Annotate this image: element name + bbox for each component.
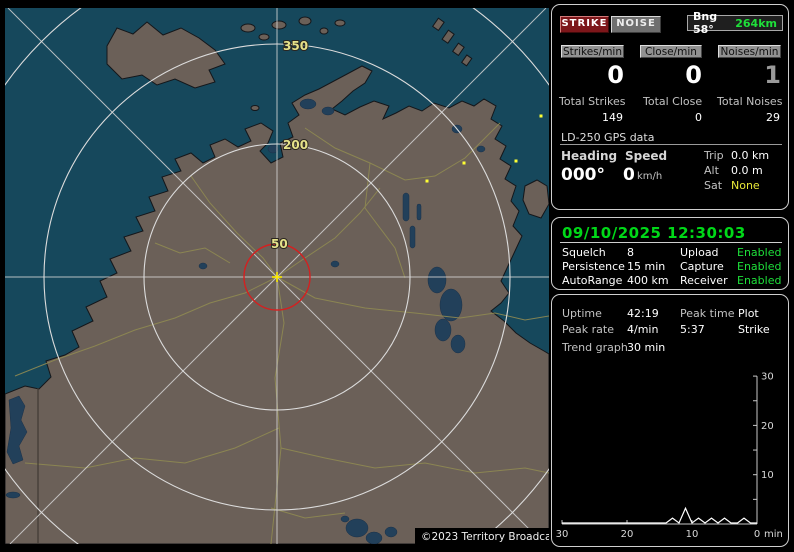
- trend-panel: Uptime 42:19 Peak time Plot Peak rate 4/…: [551, 294, 789, 547]
- ring-label-350: 350: [283, 39, 308, 53]
- strike-dot: [540, 115, 543, 118]
- range-value: 264km: [735, 17, 777, 30]
- receiver-label: Receiver: [680, 274, 728, 287]
- trip-label: Trip: [704, 149, 724, 162]
- total-noises-label: Total Noises: [717, 95, 782, 108]
- noises-per-min-value: 1: [718, 63, 781, 87]
- noise-indicator-button[interactable]: NOISE: [611, 16, 661, 33]
- trend-x-tick-label: 10: [686, 529, 699, 540]
- total-strikes-value: 149: [561, 111, 623, 124]
- trend-chart: 30 20 10 0 min 10 20 30: [552, 295, 788, 546]
- lightning-map[interactable]: 50 200 350 ©2023 Territory Broadcasting: [5, 8, 549, 544]
- copyright-text: ©2023 Territory Broadcasting: [421, 531, 549, 543]
- autorange-label: AutoRange: [562, 274, 622, 287]
- trend-x-tick-label: 0: [754, 529, 760, 540]
- upload-label: Upload: [680, 246, 719, 259]
- app-window: 50 200 350 ©2023 Territory Broadcasting …: [0, 0, 794, 552]
- trend-y-tick-label: 30: [761, 372, 774, 383]
- gps-section-title: LD-250 GPS data: [561, 131, 654, 144]
- ring-label-200: 200: [283, 138, 308, 152]
- capture-status: Enabled: [737, 260, 781, 273]
- noises-per-min-button[interactable]: Noises/min: [718, 45, 781, 58]
- persistence-label: Persistence: [562, 260, 625, 273]
- total-close-value: 0: [640, 111, 702, 124]
- settings-divider: [560, 242, 782, 243]
- strike-dot: [463, 162, 466, 165]
- trend-x-tick-label: 20: [621, 529, 634, 540]
- persistence-value: 15 min: [627, 260, 665, 273]
- heading-label: Heading: [561, 149, 617, 163]
- strike-indicator-button[interactable]: STRIKE: [560, 16, 609, 33]
- heading-value: 000°: [561, 165, 605, 185]
- gps-divider: [560, 144, 782, 145]
- close-per-min-value: 0: [640, 63, 702, 87]
- status-panel: STRIKE NOISE Bng 58° 264km Strikes/min C…: [551, 4, 789, 210]
- map-svg: 50 200 350 ©2023 Territory Broadcasting: [5, 8, 549, 544]
- strike-dot: [426, 180, 429, 183]
- trend-y-tick-label: 20: [761, 421, 774, 432]
- bearing-value: Bng 58°: [693, 10, 735, 36]
- total-noises-value: 29: [718, 111, 780, 124]
- sat-label: Sat: [704, 179, 722, 192]
- capture-label: Capture: [680, 260, 724, 273]
- close-per-min-button[interactable]: Close/min: [640, 45, 702, 58]
- squelch-value: 8: [627, 246, 634, 259]
- upload-status: Enabled: [737, 246, 781, 259]
- total-close-label: Total Close: [643, 95, 702, 108]
- bearing-range-box: Bng 58° 264km: [687, 15, 783, 31]
- squelch-label: Squelch: [562, 246, 606, 259]
- total-strikes-label: Total Strikes: [559, 95, 626, 108]
- receiver-status: Enabled: [737, 274, 781, 287]
- trend-strike-line: [562, 508, 757, 523]
- autorange-value: 400 km: [627, 274, 669, 287]
- alt-value: 0.0 m: [731, 164, 763, 177]
- ring-label-50: 50: [271, 237, 288, 251]
- trend-x-tick-label: 30: [556, 529, 569, 540]
- trip-value: 0.0 km: [731, 149, 769, 162]
- trend-x-axis-unit: min: [764, 529, 783, 540]
- strikes-per-min-button[interactable]: Strikes/min: [561, 45, 624, 58]
- datetime-display: 09/10/2025 12:30:03: [562, 224, 746, 242]
- speed-unit: km/h: [637, 171, 662, 182]
- copyright-bar: ©2023 Territory Broadcasting: [415, 528, 549, 544]
- speed-label: Speed: [625, 149, 667, 163]
- strike-dot: [515, 160, 518, 163]
- sat-value: None: [731, 179, 760, 192]
- trend-y-tick-label: 10: [761, 470, 774, 481]
- settings-panel: 09/10/2025 12:30:03 Squelch 8 Upload Ena…: [551, 217, 789, 290]
- speed-value: 0: [623, 165, 635, 185]
- strikes-per-min-value: 0: [561, 63, 624, 87]
- alt-label: Alt: [704, 164, 719, 177]
